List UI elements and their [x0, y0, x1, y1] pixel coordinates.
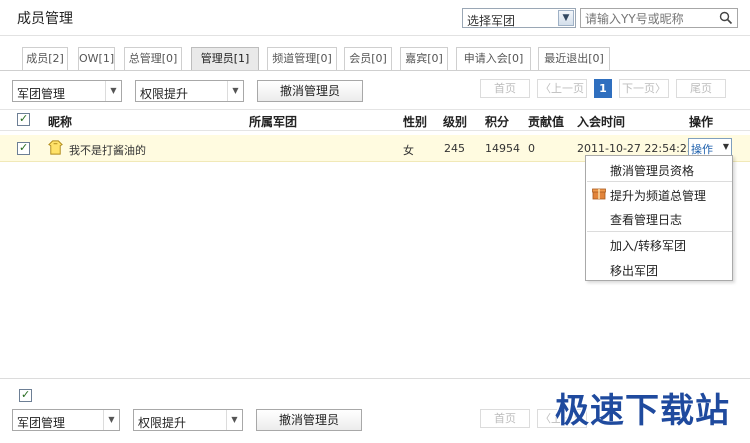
bottom-revoke-admin-button[interactable]: 撤消管理员 — [256, 409, 362, 431]
tab-guest[interactable]: 嘉宾[0] — [400, 47, 448, 70]
promote-label: 权限提升 — [140, 87, 189, 101]
column-header-points: 积分 — [485, 115, 510, 129]
group-manage-label: 军团管理 — [17, 87, 66, 101]
bottom-group-manage-dropdown[interactable]: 军团管理 ▼ — [12, 409, 120, 431]
promote-dropdown[interactable]: 权限提升 ▼ — [135, 80, 244, 102]
bottom-select-all-checkbox[interactable]: ✓ — [19, 388, 32, 402]
prev-page-button[interactable]: 〈上一页 — [537, 79, 587, 98]
next-page-button[interactable]: 下一页〉 — [619, 79, 669, 98]
chevron-down-icon: ▼ — [226, 410, 242, 430]
group-manage-dropdown[interactable]: 军团管理 ▼ — [12, 80, 122, 102]
tab-general-admin[interactable]: 总管理[0] — [124, 47, 182, 70]
tab-recent-leave[interactable]: 最近退出[0] — [538, 47, 610, 70]
bottom-group-manage-label: 军团管理 — [17, 416, 66, 430]
revoke-admin-button[interactable]: 撤消管理员 — [257, 80, 363, 102]
menu-item-join-transfer-group[interactable]: 加入/转移军团 — [610, 237, 686, 254]
column-header-action: 操作 — [689, 115, 714, 129]
tab-ow[interactable]: OW[1] — [78, 47, 115, 70]
row-action-dropdown[interactable]: 操作 ▼ — [688, 138, 732, 156]
search-icon[interactable] — [719, 11, 733, 25]
bottom-divider — [0, 378, 750, 379]
tab-members[interactable]: 成员[2] — [22, 47, 68, 70]
menu-divider — [587, 231, 732, 232]
search-box[interactable] — [580, 8, 738, 28]
select-all-checkbox[interactable]: ✓ — [17, 112, 30, 126]
action-menu: 撤消管理员资格 提升为频道总管理 查看管理日志 加入/转移军团 移出军团 — [585, 155, 733, 281]
gift-icon — [592, 188, 606, 200]
group-select-value: 选择军团 — [467, 14, 516, 28]
menu-item-remove-from-group[interactable]: 移出军团 — [610, 262, 658, 279]
menu-item-view-logs[interactable]: 查看管理日志 — [610, 211, 682, 228]
tab-channel-admin[interactable]: 频道管理[0] — [267, 47, 337, 70]
last-page-button[interactable]: 尾页 — [676, 79, 726, 98]
admin-badge-icon — [48, 140, 63, 155]
member-nickname[interactable]: 我不是打酱油的 — [69, 142, 146, 158]
column-header-gender: 性别 — [403, 115, 428, 129]
tab-vip[interactable]: 会员[0] — [344, 47, 392, 70]
watermark-logo: 极速下载站 — [555, 391, 730, 431]
column-header-nickname: 昵称 — [48, 115, 73, 129]
chevron-down-icon: ▼ — [227, 81, 243, 101]
current-page-button[interactable]: 1 — [594, 79, 612, 98]
search-input[interactable] — [585, 11, 713, 26]
tabs-divider — [0, 70, 750, 71]
menu-item-revoke-admin[interactable]: 撤消管理员资格 — [610, 162, 694, 179]
menu-divider — [587, 181, 732, 182]
tab-join-requests[interactable]: 申请入会[0] — [456, 47, 531, 70]
column-header-level: 级别 — [443, 115, 468, 129]
title-bar: 成员管理 选择军团 ▼ — [0, 0, 750, 36]
member-level: 245 — [444, 142, 465, 155]
group-select[interactable]: 选择军团 ▼ — [462, 8, 576, 28]
chevron-down-icon: ▼ — [103, 410, 119, 430]
chevron-down-icon: ▼ — [722, 142, 729, 151]
chevron-down-icon[interactable]: ▼ — [558, 10, 574, 26]
bottom-promote-label: 权限提升 — [138, 416, 187, 430]
row-checkbox[interactable]: ✓ — [17, 141, 30, 155]
column-header-group: 所属军团 — [249, 115, 298, 129]
menu-item-promote-channel-admin[interactable]: 提升为频道总管理 — [610, 187, 706, 204]
tab-admin[interactable]: 管理员[1] — [191, 47, 259, 70]
member-points: 14954 — [485, 142, 520, 155]
member-join-time: 2011-10-27 22:54:23 — [577, 142, 694, 155]
member-contribution: 0 — [528, 142, 535, 155]
page-title: 成员管理 — [17, 11, 73, 27]
chevron-down-icon: ▼ — [105, 81, 121, 101]
column-header-join-time: 入会时间 — [577, 115, 626, 129]
bottom-promote-dropdown[interactable]: 权限提升 ▼ — [133, 409, 243, 431]
bottom-first-page-button[interactable]: 首页 — [480, 409, 530, 428]
member-gender: 女 — [403, 144, 414, 157]
first-page-button[interactable]: 首页 — [480, 79, 530, 98]
column-header-contribution: 贡献值 — [528, 115, 565, 129]
table-header: ✓ 昵称 所属军团 性别 级别 积分 贡献值 入会时间 操作 — [0, 109, 750, 131]
